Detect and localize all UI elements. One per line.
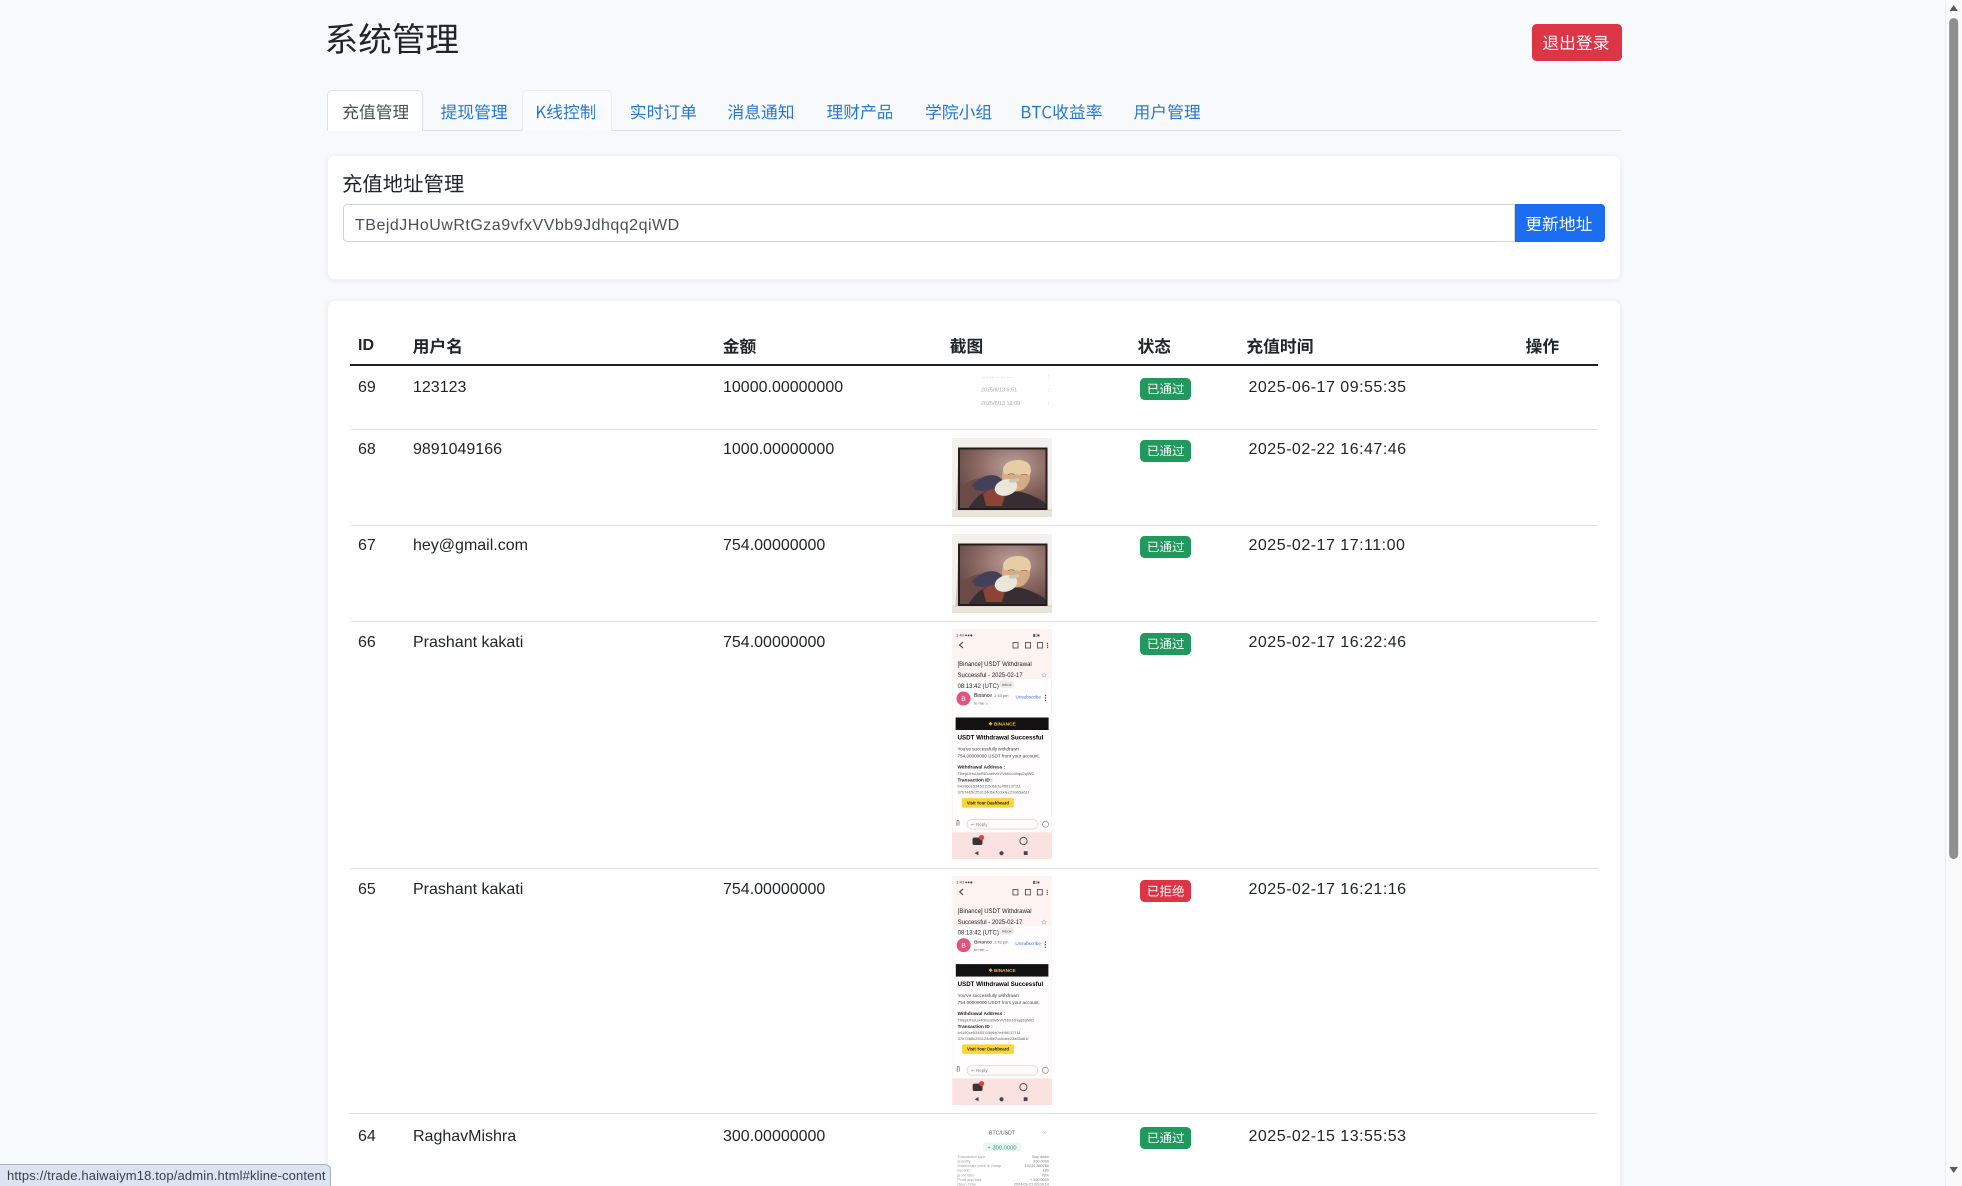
- svg-text:Successful - 2025-02-17: Successful - 2025-02-17: [958, 673, 1024, 679]
- svg-text:Buy down: Buy down: [1032, 1154, 1049, 1158]
- svg-text:1:43 pm: 1:43 pm: [994, 693, 1009, 698]
- svg-text:TBejdJHoUwRtGza9vfxVVbb9Jdhqq2: TBejdJHoUwRtGza9vfxVVbb9Jdhqq2qiWD: [958, 1018, 1034, 1023]
- svg-text:profit ratio: profit ratio: [957, 1173, 974, 1177]
- svg-text:to me ⌄: to me ⌄: [974, 701, 988, 706]
- svg-text:Binance: Binance: [974, 940, 992, 946]
- svg-text:quantity: quantity: [957, 1159, 970, 1163]
- svg-text:1:43 ●●◈ ·: 1:43 ●●◈ ·: [956, 880, 975, 885]
- svg-text:to me ⌄: to me ⌄: [974, 947, 988, 952]
- svg-text:[Binance] USDT Withdrawal: [Binance] USDT Withdrawal: [958, 909, 1032, 915]
- svg-text:+ 300.0000: + 300.0000: [1030, 1178, 1049, 1182]
- svg-text:You've successfully withdrawn: You've successfully withdrawn: [958, 747, 1020, 752]
- svg-text::: :: [1048, 388, 1050, 394]
- svg-text:×: ×: [1043, 1130, 1046, 1136]
- svg-text:USDT Withdrawal Successful: USDT Withdrawal Successful: [958, 981, 1044, 988]
- svg-text:37b7465c253124d6e7ccbdec23a65a: 37b7465c253124d6e7ccbdec23a65a61f: [958, 1036, 1030, 1041]
- svg-text:TBejdJHoUwRtGza9vfxVVbb9Jdhqq2: TBejdJHoUwRtGza9vfxVVbb9Jdhqq2qiWD: [958, 771, 1035, 776]
- svg-text:b4190ce53453115d6b7e4f6f137111: b4190ce53453115d6b7e4f6f137111: [958, 1030, 1022, 1035]
- svg-text:78%: 78%: [1041, 1173, 1049, 1177]
- svg-text:[Binance] USDT Withdrawal: [Binance] USDT Withdrawal: [958, 662, 1032, 668]
- svg-text:Transaction ID :: Transaction ID :: [958, 778, 994, 783]
- svg-text:2025/6/13 9:51: 2025/6/13 9:51: [981, 388, 1017, 394]
- svg-text:Withdrawal Address :: Withdrawal Address :: [958, 1011, 1006, 1016]
- svg-text:BTC/USDT: BTC/USDT: [989, 1130, 1016, 1136]
- svg-text:❖ BINANCE: ❖ BINANCE: [988, 967, 1015, 974]
- svg-text:Successful - 2025-02-17: Successful - 2025-02-17: [958, 920, 1023, 926]
- svg-text:Withdrawal Address :: Withdrawal Address :: [958, 765, 1006, 770]
- svg-text:B: B: [961, 696, 966, 703]
- svg-text:Transaction type: Transaction type: [957, 1154, 985, 1158]
- svg-text:......... .. ... .....: ......... .. ... .....: [981, 374, 1014, 380]
- svg-text:↩ Reply: ↩ Reply: [971, 822, 988, 827]
- svg-text:B: B: [961, 943, 966, 950]
- svg-text:You've successfully withdrawn: You've successfully withdrawn: [958, 993, 1020, 998]
- svg-text:Transaction ID :: Transaction ID :: [958, 1024, 993, 1029]
- svg-text:▮▯■: ▮▯■: [1033, 880, 1040, 885]
- svg-text:❖ BINANCE: ❖ BINANCE: [988, 721, 1016, 728]
- svg-text:1:43 pm: 1:43 pm: [994, 940, 1009, 945]
- svg-text:↩ Reply: ↩ Reply: [971, 1068, 988, 1073]
- svg-text:second: second: [957, 1168, 969, 1172]
- svg-text:37b7465c253124d6e7ccbdec23a65a: 37b7465c253124d6e7ccbdec23a65a61f: [958, 790, 1030, 795]
- svg-text:b4190ce53453115d6b7e4f6f137111: b4190ce53453115d6b7e4f6f137111: [958, 784, 1022, 789]
- svg-text:Open Time: Open Time: [957, 1182, 976, 1186]
- svg-text::: :: [1048, 374, 1050, 380]
- svg-text:Visit Your Dashboard: Visit Your Dashboard: [967, 1047, 1009, 1052]
- svg-text:Unsubscribe: Unsubscribe: [1015, 941, 1041, 946]
- svg-text:▮▯■: ▮▯■: [1033, 633, 1040, 638]
- svg-text:☆: ☆: [1041, 672, 1047, 680]
- svg-text:Inbox: Inbox: [1002, 682, 1012, 687]
- svg-text:Profit and loss: Profit and loss: [957, 1178, 981, 1182]
- svg-text:1:43 ●●◈ ·: 1:43 ●●◈ ·: [956, 633, 975, 638]
- svg-text:754.00000000 USDT from your ac: 754.00000000 USDT from your account.: [958, 754, 1040, 759]
- svg-text:+ 300.0000: + 300.0000: [987, 1145, 1016, 1151]
- svg-text:Binance: Binance: [974, 693, 992, 699]
- svg-text::: :: [1048, 401, 1050, 407]
- svg-text:180: 180: [1043, 1168, 1049, 1172]
- svg-text:Inbox: Inbox: [1002, 929, 1012, 934]
- svg-text:08:13:42 (UTC): 08:13:42 (UTC): [958, 931, 999, 937]
- svg-text:2025/6/13 16:09: 2025/6/13 16:09: [981, 401, 1020, 407]
- svg-text:10230.380786: 10230.380786: [1025, 1164, 1049, 1168]
- svg-text:754.00000000 USDT from your ac: 754.00000000 USDT from your account.: [958, 1000, 1040, 1005]
- svg-text:☆: ☆: [1041, 918, 1047, 926]
- svg-text:Visit Your Dashboard: Visit Your Dashboard: [967, 800, 1010, 805]
- svg-text:08:13:42 (UTC): 08:13:42 (UTC): [958, 684, 999, 690]
- svg-text:Unsubscribe: Unsubscribe: [1016, 695, 1042, 700]
- svg-text:300.0000: 300.0000: [1033, 1159, 1049, 1163]
- svg-text:Warehouse price is cheap: Warehouse price is cheap: [957, 1164, 1001, 1168]
- svg-text:USDT Withdrawal Successful: USDT Withdrawal Successful: [958, 735, 1044, 742]
- svg-text:2024-09-21 00:00:14: 2024-09-21 00:00:14: [1014, 1182, 1049, 1186]
